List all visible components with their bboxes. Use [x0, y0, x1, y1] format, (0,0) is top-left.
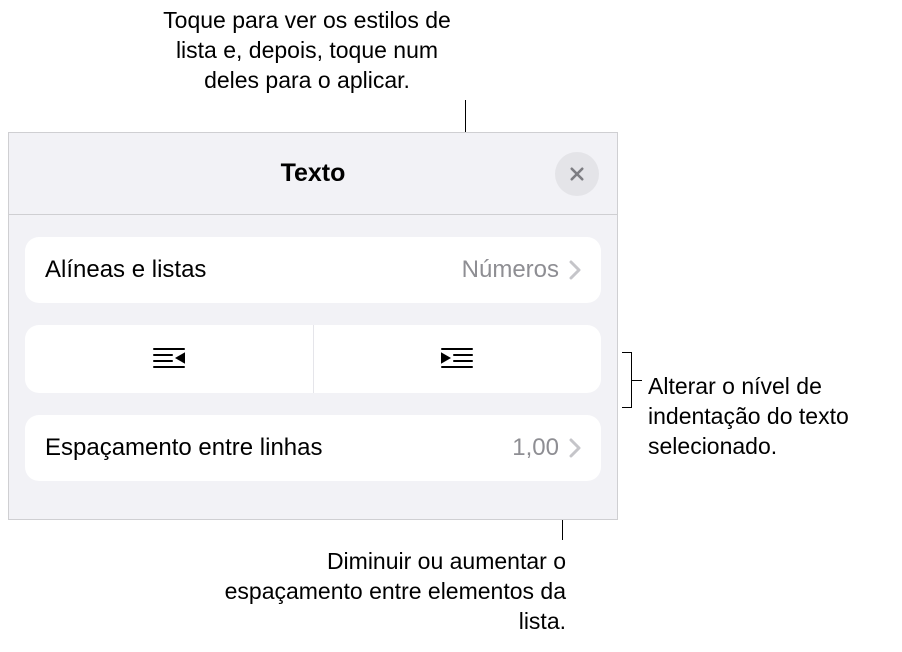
callout-bottom-text: Diminuir ou aumentar o espaçamento entre… — [188, 547, 566, 637]
increase-indent-icon — [439, 345, 475, 373]
close-button[interactable] — [555, 152, 599, 196]
callout-top-text: Toque para ver os estilos de lista e, de… — [152, 6, 462, 96]
panel-title: Texto — [281, 159, 346, 188]
chevron-right-icon — [569, 438, 581, 458]
decrease-indent-icon — [151, 345, 187, 373]
bullets-lists-row[interactable]: Alíneas e listas Números — [25, 237, 601, 303]
bullets-lists-label: Alíneas e listas — [45, 256, 462, 284]
text-format-panel: Texto Alíneas e listas Números — [8, 132, 618, 520]
decrease-indent-button[interactable] — [25, 325, 314, 393]
callout-leader-bracket — [622, 352, 632, 408]
chevron-right-icon — [569, 260, 581, 280]
callout-right-text: Alterar o nível de indentação do texto s… — [648, 372, 898, 462]
line-spacing-value: 1,00 — [512, 434, 559, 462]
increase-indent-button[interactable] — [314, 325, 602, 393]
bullets-lists-value: Números — [462, 256, 559, 284]
close-icon — [568, 165, 586, 183]
panel-header: Texto — [9, 133, 617, 215]
line-spacing-label: Espaçamento entre linhas — [45, 434, 512, 462]
panel-body: Alíneas e listas Números — [9, 215, 617, 481]
callout-leader-line — [632, 380, 642, 381]
indent-controls-row — [25, 325, 601, 393]
line-spacing-row[interactable]: Espaçamento entre linhas 1,00 — [25, 415, 601, 481]
